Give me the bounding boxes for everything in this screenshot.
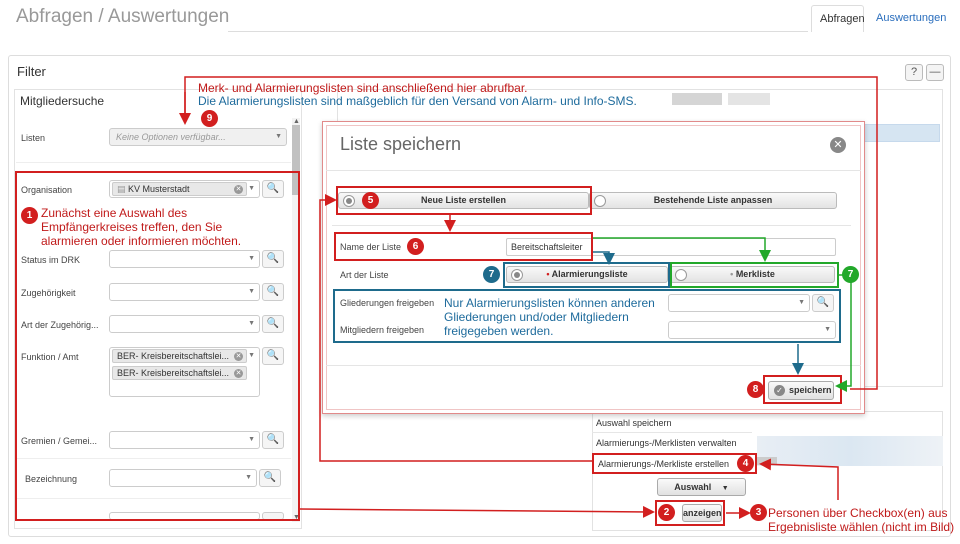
annotation-note-1: Zunächst eine Auswahl des Empfängerkreis… [41,206,242,248]
annotation-note-3: Personen über Checkbox(en) aus Ergebnisl… [768,506,955,534]
badge-2: 2 [658,504,675,521]
annotation-note-9-line2: Die Alarmierungslisten sind maßgeblich f… [198,94,637,108]
badge-7-alarm: 7 [483,266,500,283]
badge-1: 1 [21,207,38,224]
badge-6: 6 [407,238,424,255]
badge-5: 5 [362,192,379,209]
badge-9: 9 [201,110,218,127]
badge-7-merk: 7 [842,266,859,283]
badge-8: 8 [747,381,764,398]
annotation-note-9-line1: Merk- und Alarmierungslisten sind anschl… [198,81,528,95]
badge-4: 4 [737,455,754,472]
badge-3: 3 [750,504,767,521]
annotation-note-7: Nur Alarmierungslisten können anderen Gl… [444,296,655,338]
